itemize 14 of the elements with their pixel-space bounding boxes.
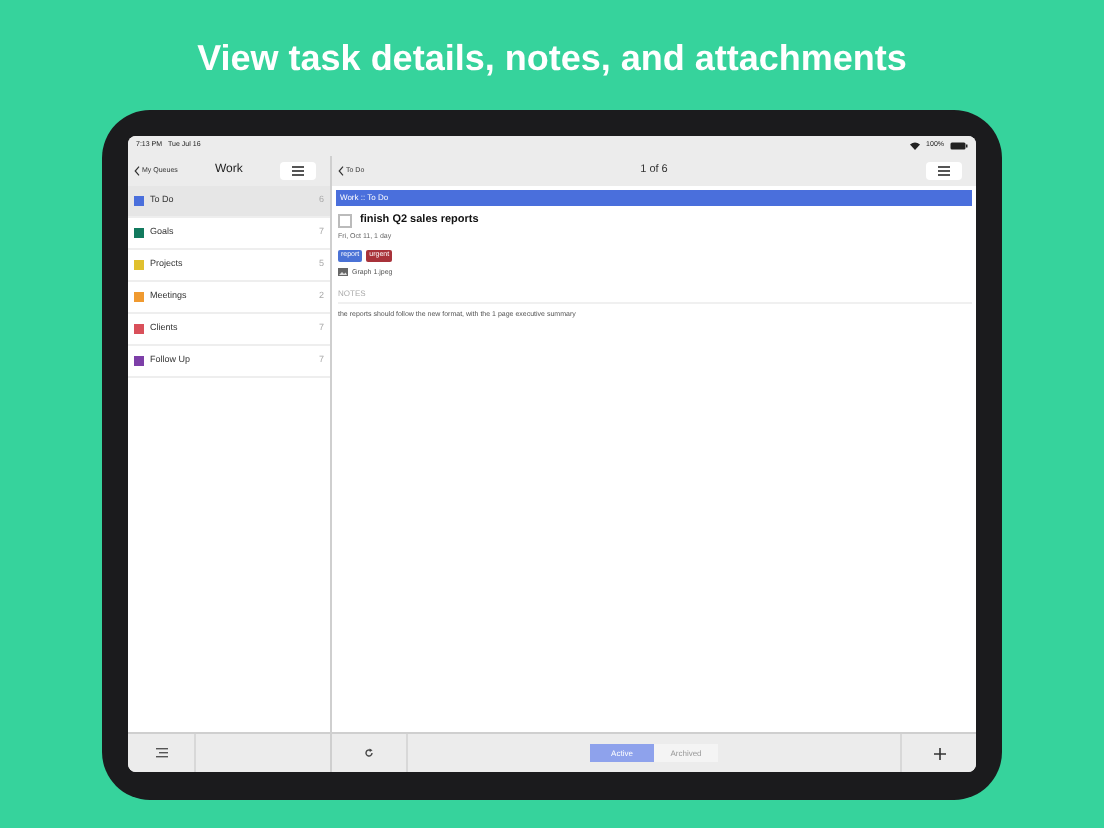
menu-button[interactable] [926, 162, 962, 180]
chevron-left-icon [338, 166, 344, 176]
plus-icon [933, 747, 945, 759]
menu-icon [938, 166, 950, 176]
refresh-icon [364, 748, 374, 758]
headline: View task details, notes, and attachments [197, 36, 907, 80]
battery-icon [950, 142, 968, 150]
list-icon [155, 748, 167, 758]
menu-button[interactable] [280, 162, 316, 180]
task-checkbox[interactable] [338, 213, 352, 228]
image-icon [338, 268, 348, 277]
menu-icon [292, 166, 304, 176]
wifi-icon [910, 142, 921, 150]
chevron-left-icon [134, 166, 140, 176]
